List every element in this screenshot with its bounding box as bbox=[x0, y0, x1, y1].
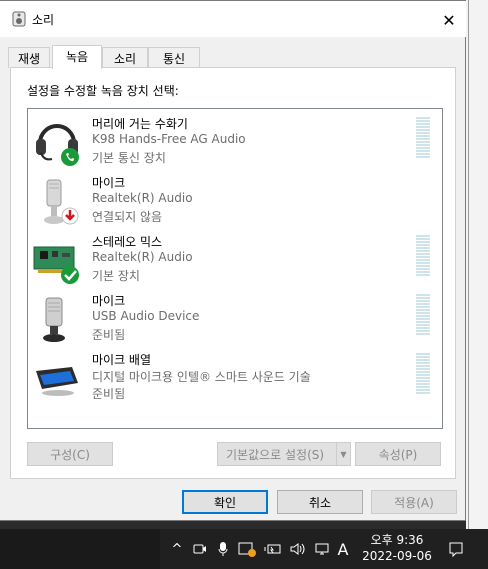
device-item[interactable]: 마이크 Realtek(R) Audio 연결되지 않음 bbox=[28, 172, 442, 230]
microphone-array-icon bbox=[36, 367, 78, 396]
chevron-down-icon[interactable]: ▼ bbox=[336, 443, 350, 465]
level-meter bbox=[416, 294, 430, 336]
notification-center-icon[interactable] bbox=[444, 529, 468, 569]
taskbar-apps-area bbox=[0, 529, 160, 569]
recording-tab-panel: 설정을 수정할 녹음 장치 선택: 머리에 거는 수화기 K98 Hands-F… bbox=[10, 67, 456, 479]
dialog-title: 소리 bbox=[32, 13, 55, 27]
device-item[interactable]: 마이크 배열 디지털 마이크용 인텔® 스마트 사운드 기술 준비됨 bbox=[28, 349, 442, 407]
device-driver: K98 Hands-Free AG Audio bbox=[92, 132, 246, 146]
ok-button[interactable]: 확인 bbox=[182, 490, 268, 514]
camera-icon bbox=[193, 544, 206, 554]
background-window bbox=[466, 0, 488, 530]
clock-time[interactable]: 오후 9:36 bbox=[362, 531, 432, 548]
device-driver: Realtek(R) Audio bbox=[92, 191, 193, 205]
meet-now-icon[interactable] bbox=[190, 529, 210, 569]
device-item[interactable]: 스테레오 믹스 Realtek(R) Audio 기본 장치 bbox=[28, 231, 442, 289]
input-method-indicator[interactable]: A bbox=[334, 529, 352, 569]
device-name: 마이크 bbox=[92, 294, 126, 308]
device-status: 기본 장치 bbox=[92, 269, 140, 283]
tab-recording[interactable]: 녹음 bbox=[52, 45, 102, 69]
device-driver: Realtek(R) Audio bbox=[92, 250, 193, 264]
apply-button[interactable]: 적용(A) bbox=[371, 490, 457, 514]
instruction-label: 설정을 수정할 녹음 장치 선택: bbox=[27, 84, 179, 98]
device-status: 기본 통신 장치 bbox=[92, 151, 166, 165]
tab-sounds[interactable]: 소리 bbox=[102, 47, 148, 68]
device-name: 스테레오 믹스 bbox=[92, 235, 163, 249]
clock-date[interactable]: 2022-09-06 bbox=[356, 549, 438, 563]
device-status: 준비됨 bbox=[92, 328, 126, 342]
speaker-app-icon bbox=[12, 11, 26, 27]
network-icon[interactable] bbox=[312, 529, 332, 569]
background-window-border bbox=[468, 0, 469, 530]
set-default-button[interactable]: 기본값으로 설정(S) ▼ bbox=[217, 442, 351, 466]
device-driver: 디지털 마이크용 인텔® 스마트 사운드 기술 bbox=[92, 370, 311, 384]
volume-icon[interactable] bbox=[288, 529, 308, 569]
cancel-button[interactable]: 취소 bbox=[277, 490, 363, 514]
configure-button[interactable]: 구성(C) bbox=[27, 442, 113, 466]
device-item[interactable]: 마이크 USB Audio Device 준비됨 bbox=[28, 290, 442, 348]
sound-card-icon bbox=[33, 246, 79, 284]
level-meter bbox=[416, 117, 430, 159]
chevron-up-icon[interactable]: ^ bbox=[168, 529, 186, 569]
tab-playback[interactable]: 재생 bbox=[8, 47, 50, 68]
properties-button[interactable]: 속성(P) bbox=[355, 442, 441, 466]
close-button[interactable]: ✕ bbox=[432, 5, 466, 35]
device-status: 준비됨 bbox=[92, 387, 126, 401]
device-status: 연결되지 않음 bbox=[92, 210, 163, 224]
device-name: 마이크 배열 bbox=[92, 353, 152, 367]
device-list[interactable]: 머리에 거는 수화기 K98 Hands-Free AG Audio 기본 통신… bbox=[27, 108, 443, 429]
microphone-icon bbox=[44, 179, 79, 225]
microphone-tray-icon[interactable] bbox=[214, 529, 232, 569]
level-meter bbox=[416, 235, 430, 277]
close-icon: ✕ bbox=[442, 10, 456, 30]
device-name: 마이크 bbox=[92, 176, 126, 190]
title-bar[interactable]: 소리 ✕ bbox=[0, 1, 466, 37]
taskbar: ^ A 오후 9:36 2022-09-06 bbox=[0, 529, 488, 569]
sound-dialog: 소리 ✕ 재생 녹음 소리 통신 설정을 수정할 녹음 장치 선택: 머리에 거… bbox=[0, 0, 466, 521]
headset-icon bbox=[36, 124, 79, 166]
tab-communications[interactable]: 통신 bbox=[148, 47, 200, 68]
device-driver: USB Audio Device bbox=[92, 309, 200, 323]
usb-microphone-icon bbox=[43, 297, 65, 342]
device-item[interactable]: 머리에 거는 수화기 K98 Hands-Free AG Audio 기본 통신… bbox=[28, 113, 442, 171]
device-name: 머리에 거는 수화기 bbox=[92, 117, 188, 131]
battery-icon[interactable] bbox=[262, 529, 284, 569]
notification-warning-icon[interactable] bbox=[236, 529, 258, 569]
level-meter bbox=[416, 353, 430, 395]
